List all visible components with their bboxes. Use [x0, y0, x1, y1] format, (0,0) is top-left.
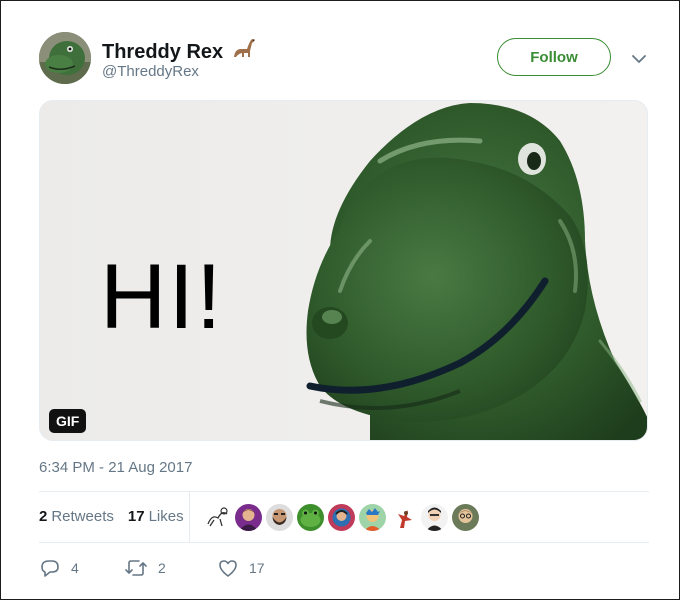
retweet-icon [124, 557, 148, 579]
retweet-action[interactable]: 2 [124, 557, 217, 579]
tweet-stats: 2 Retweets 17 Likes [39, 508, 184, 525]
tweet-media-gif[interactable]: HI! GIF [39, 100, 648, 441]
gif-text: HI! [100, 246, 224, 348]
reply-icon [39, 557, 61, 579]
retweets-stat[interactable]: 2 Retweets [39, 508, 114, 525]
heart-icon [217, 557, 239, 579]
reply-action[interactable]: 4 [39, 557, 124, 579]
liker-avatar[interactable] [390, 504, 417, 531]
follow-button[interactable]: Follow [497, 38, 611, 76]
tweet-timestamp[interactable]: 6:34 PM - 21 Aug 2017 [39, 459, 192, 476]
retweets-label: Retweets [51, 508, 114, 525]
divider [39, 542, 649, 543]
like-action[interactable]: 17 [217, 557, 265, 579]
likes-label: Likes [148, 508, 184, 525]
liker-avatars [204, 504, 479, 531]
retweet-count: 2 [158, 560, 166, 576]
liker-avatar[interactable] [452, 504, 479, 531]
tweet-actions: 4 2 17 [39, 557, 265, 579]
divider [39, 491, 649, 492]
chevron-down-icon[interactable] [629, 49, 649, 69]
tweet-card: Threddy Rex @ThreddyRex Follow HI! GIF 6… [0, 0, 680, 600]
liker-avatar[interactable] [328, 504, 355, 531]
likes-count: 17 [127, 508, 145, 525]
author-handle[interactable]: @ThreddyRex [102, 63, 199, 80]
liker-avatar[interactable] [297, 504, 324, 531]
author-name-text: Threddy Rex [102, 40, 224, 63]
retweets-count: 2 [39, 508, 48, 525]
liker-avatar[interactable] [204, 504, 231, 531]
liker-avatar[interactable] [359, 504, 386, 531]
stats-divider [189, 492, 190, 542]
like-count: 17 [249, 560, 265, 576]
liker-avatar[interactable] [235, 504, 262, 531]
gif-badge: GIF [49, 409, 87, 433]
reply-count: 4 [71, 560, 79, 576]
liker-avatar[interactable] [266, 504, 293, 531]
likes-stat[interactable]: 17 Likes [128, 508, 184, 525]
avatar[interactable] [39, 32, 91, 84]
liker-avatar[interactable] [421, 504, 448, 531]
sauropod-icon [231, 37, 257, 67]
